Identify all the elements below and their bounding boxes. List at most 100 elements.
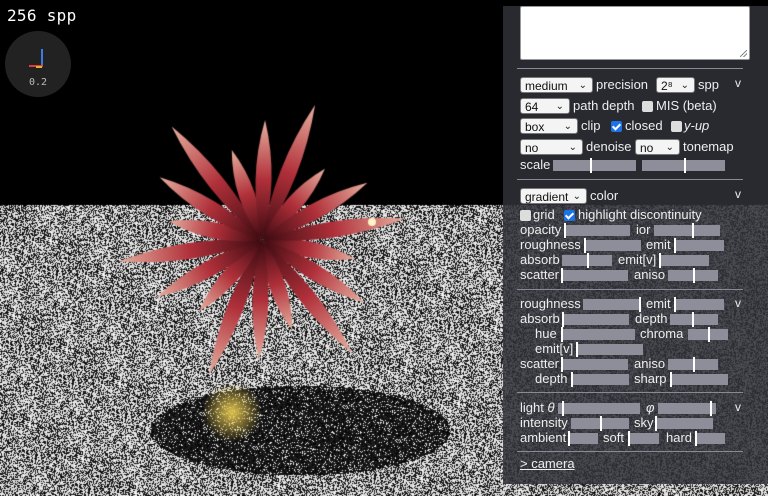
precision-select[interactable]: medium ⌄ (520, 77, 593, 93)
slider-thumb[interactable] (561, 268, 563, 283)
tonemap-label: tonemap (683, 139, 734, 154)
denoise-label: denoise (586, 139, 632, 154)
path-depth-select[interactable]: 64 ⌄ (520, 98, 570, 114)
hard-slider[interactable] (695, 431, 725, 446)
slider-thumb[interactable] (710, 401, 712, 416)
volume-depth2-label: depth (535, 371, 568, 386)
slider-thumb[interactable] (670, 372, 672, 387)
phi-label: φ (646, 400, 655, 415)
volume-depth2-slider[interactable] (571, 372, 629, 387)
volume-depth-slider[interactable] (670, 312, 718, 327)
divider (517, 451, 743, 452)
light-label: light (520, 400, 544, 415)
roughness-slider[interactable] (584, 238, 641, 253)
light-phi-slider[interactable] (658, 401, 716, 416)
slider-thumb[interactable] (571, 372, 573, 387)
slider-thumb[interactable] (590, 158, 592, 173)
sky-slider[interactable] (655, 416, 713, 431)
scatter-slider[interactable] (561, 268, 628, 283)
volume-emit-slider[interactable] (674, 297, 724, 312)
slider-thumb[interactable] (708, 327, 710, 342)
spp-readout: 256 spp (7, 6, 77, 25)
slider-thumb[interactable] (695, 431, 697, 446)
render-section-toggle[interactable]: v (735, 76, 741, 90)
camera-section-link[interactable]: > camera (520, 456, 575, 471)
volume-scatter-label: scatter (520, 356, 560, 371)
theta-symbol: θ (547, 400, 555, 415)
soft-slider[interactable] (628, 431, 659, 446)
slider-thumb[interactable] (584, 238, 586, 253)
slider-thumb[interactable] (564, 223, 566, 238)
slider-thumb[interactable] (568, 431, 570, 446)
grid-checkbox[interactable] (520, 210, 531, 221)
aniso-slider[interactable] (668, 268, 718, 283)
slider-thumb[interactable] (600, 416, 602, 431)
precision-label: precision (596, 77, 649, 92)
slider-thumb[interactable] (587, 253, 589, 268)
volume-roughness-slider[interactable] (583, 297, 641, 312)
slider-thumb[interactable] (674, 297, 676, 312)
volume-emitv-slider[interactable] (576, 342, 643, 357)
slider-thumb[interactable] (674, 238, 676, 253)
slider-thumb[interactable] (655, 416, 657, 431)
volume-aniso-slider[interactable] (668, 357, 718, 372)
slider-thumb[interactable] (692, 223, 694, 238)
orientation-gizmo[interactable]: 0.2 (5, 31, 71, 97)
surface-section-toggle[interactable]: v (735, 187, 741, 201)
intensity-slider[interactable] (571, 416, 629, 431)
tonemap-select[interactable]: no ⌄ (635, 139, 680, 155)
scale-slider-2[interactable] (642, 158, 725, 173)
slider-thumb[interactable] (562, 312, 564, 327)
ior-slider[interactable] (654, 223, 720, 238)
light-section-toggle[interactable]: v (735, 400, 741, 414)
denoise-select[interactable]: no ⌄ (520, 139, 583, 155)
hue-label: hue (535, 326, 557, 341)
spp-select[interactable]: 2⁸ ⌄ (656, 77, 695, 93)
color-select[interactable]: gradient ⌄ (520, 188, 587, 204)
slider-thumb[interactable] (628, 431, 630, 446)
absorb-slider[interactable] (562, 253, 612, 268)
divider (517, 289, 743, 290)
slider-thumb[interactable] (693, 357, 695, 372)
ambient-slider[interactable] (568, 431, 598, 446)
slider-thumb[interactable] (639, 297, 641, 312)
emit-label: emit (646, 237, 671, 252)
divider (517, 179, 743, 180)
y-up-checkbox[interactable] (671, 121, 682, 132)
sharp-slider[interactable] (670, 372, 728, 387)
volume-section-toggle[interactable]: v (735, 296, 741, 310)
volume-absorb-slider[interactable] (562, 312, 629, 327)
slider-thumb[interactable] (684, 158, 686, 173)
aniso-label: aniso (634, 267, 666, 282)
slider-thumb[interactable] (561, 327, 563, 342)
slider-thumb[interactable] (692, 312, 694, 327)
emitv-slider[interactable] (659, 253, 709, 268)
resize-grip-icon[interactable] (740, 50, 747, 57)
slider-thumb[interactable] (562, 401, 564, 416)
volume-depth-label: depth (635, 311, 668, 326)
slider-thumb[interactable] (659, 253, 661, 268)
clip-select[interactable]: box ⌄ (520, 118, 578, 134)
notes-textarea[interactable] (520, 6, 750, 60)
emit-slider[interactable] (674, 238, 724, 253)
sharp-label: sharp (634, 371, 667, 386)
mis-checkbox[interactable] (642, 101, 653, 112)
light-theta-slider[interactable] (558, 401, 640, 416)
y-up-label: y-up (684, 118, 710, 133)
closed-checkbox[interactable] (611, 121, 622, 132)
hue-slider[interactable] (561, 327, 635, 342)
scale-slider[interactable] (553, 158, 636, 173)
highlight-checkbox[interactable] (564, 210, 575, 221)
slider-thumb[interactable] (693, 268, 695, 283)
spp-label: spp (698, 77, 719, 92)
grid-label: grid (533, 207, 555, 222)
chroma-slider[interactable] (688, 327, 728, 342)
volume-roughness-label: roughness (520, 296, 581, 311)
volume-scatter-slider[interactable] (561, 357, 628, 372)
roughness-label: roughness (520, 237, 581, 252)
opacity-slider[interactable] (564, 223, 630, 238)
scatter-label: scatter (520, 267, 560, 282)
slider-thumb[interactable] (576, 342, 578, 357)
mis-label: MIS (beta) (656, 98, 717, 113)
slider-thumb[interactable] (561, 357, 563, 372)
